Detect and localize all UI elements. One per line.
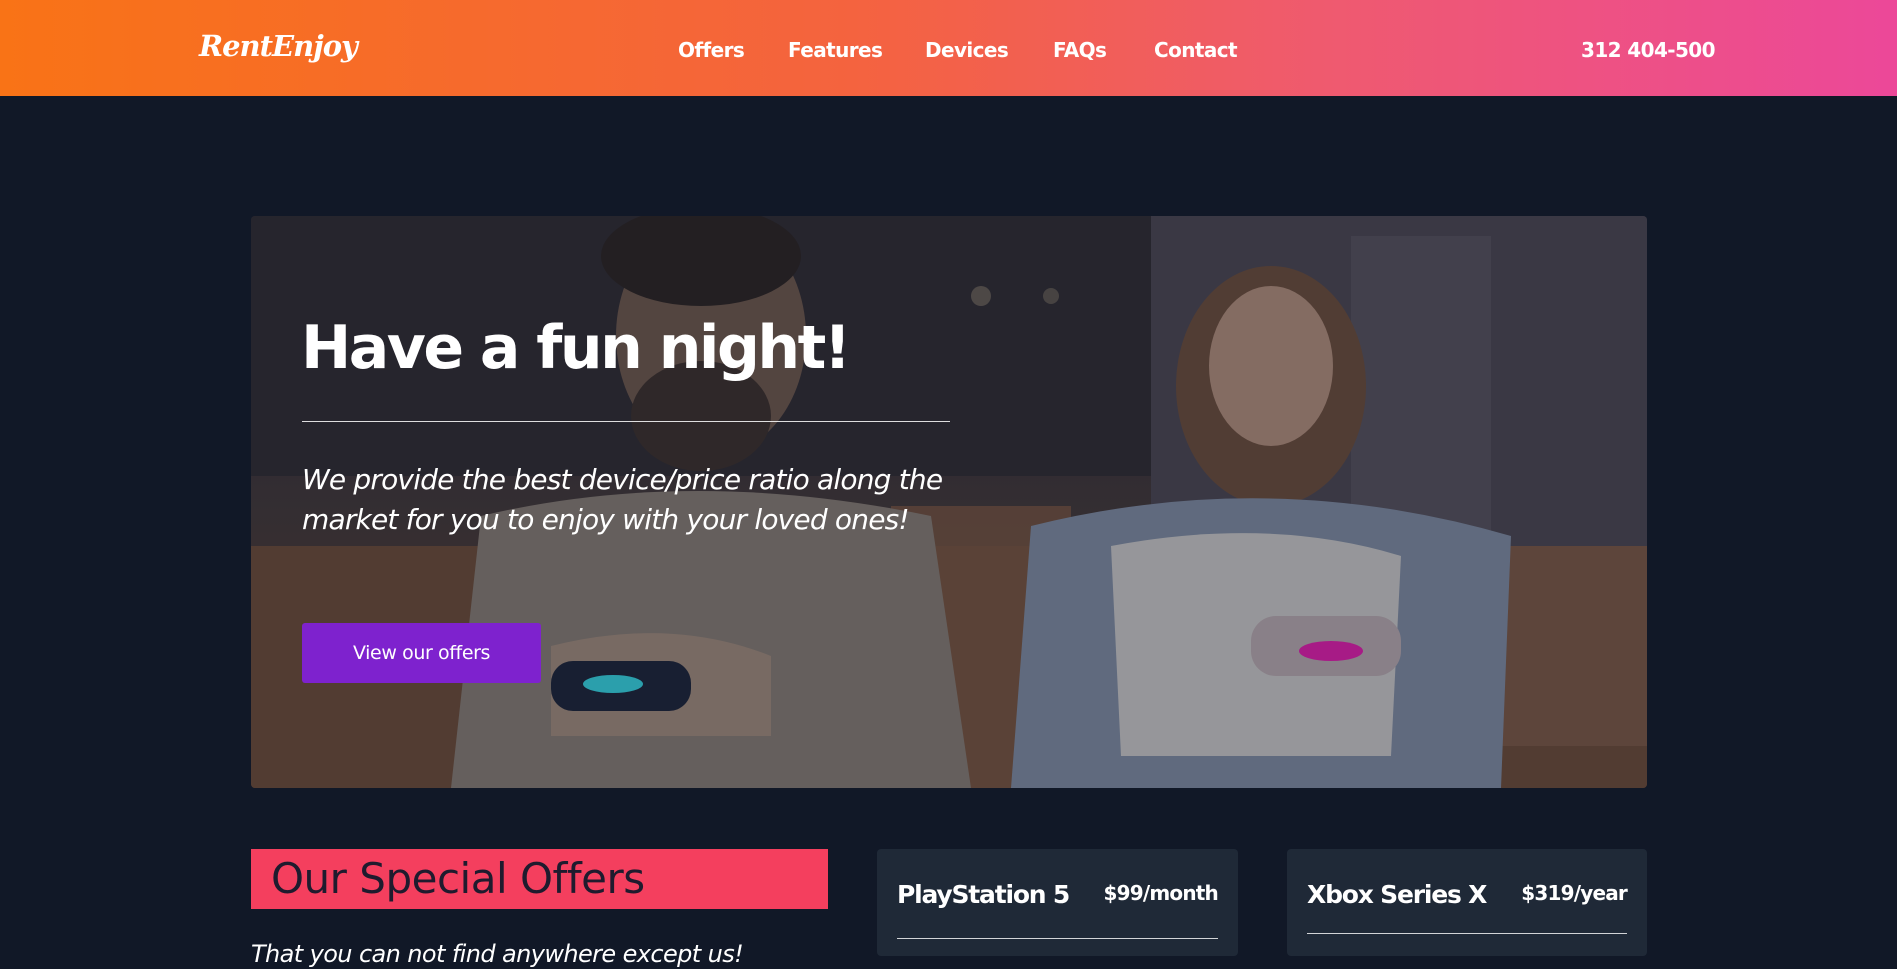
offer-name: Xbox Series X — [1307, 880, 1487, 909]
nav-link-offers[interactable]: Offers — [678, 36, 745, 64]
offer-card-divider — [1307, 933, 1627, 934]
nav-link-contact[interactable]: Contact — [1154, 36, 1238, 64]
nav-link-devices[interactable]: Devices — [925, 36, 1009, 64]
phone-number-link[interactable]: 312 404-500 — [1581, 36, 1716, 64]
hero-banner: Have a fun night! We provide the best de… — [251, 216, 1647, 788]
offer-name: PlayStation 5 — [897, 880, 1070, 909]
site-header: RentEnjoy Offers Features Devices FAQs C… — [0, 0, 1897, 96]
offers-heading-block: Our Special Offers — [251, 849, 828, 909]
offer-price: $319/year — [1521, 881, 1628, 905]
offer-card-divider — [897, 938, 1218, 939]
hero-subtitle: We provide the best device/price ratio a… — [302, 463, 943, 536]
offer-price: $99/month — [1103, 881, 1219, 905]
nav-link-features[interactable]: Features — [788, 36, 883, 64]
nav-link-faqs[interactable]: FAQs — [1053, 36, 1107, 64]
offer-card-xbox[interactable]: Xbox Series X $319/year — [1287, 849, 1647, 956]
offer-card-playstation[interactable]: PlayStation 5 $99/month — [877, 849, 1238, 956]
hero-divider — [302, 421, 950, 422]
view-offers-button[interactable]: View our offers — [302, 623, 541, 683]
hero-title: Have a fun night! — [301, 313, 851, 383]
offers-tagline: That you can not find anywhere except us… — [251, 940, 744, 968]
site-logo[interactable]: RentEnjoy — [199, 29, 358, 63]
offers-heading: Our Special Offers — [271, 854, 645, 903]
